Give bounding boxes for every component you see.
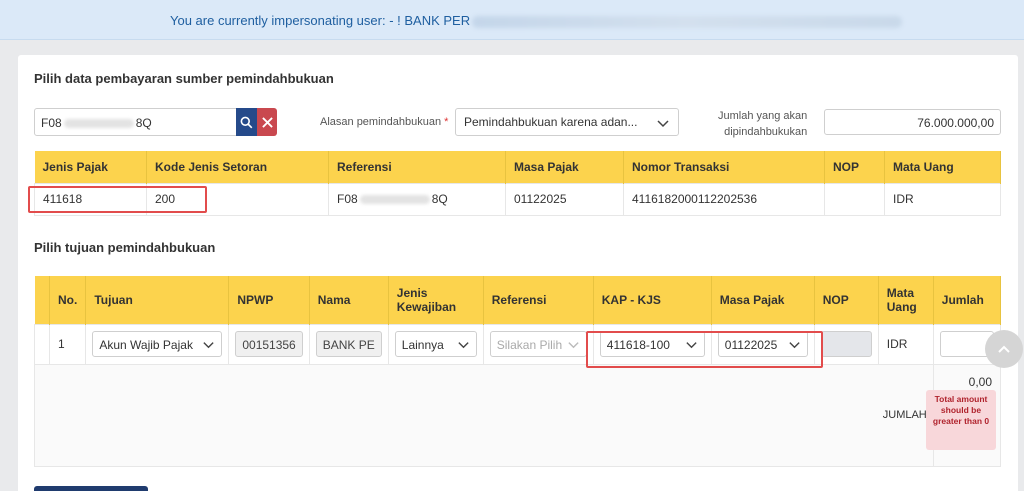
table-row[interactable]: 411618 200 F08 8Q 01122025 41161820001122… xyxy=(34,182,1001,216)
col-nama: Nama xyxy=(309,276,389,324)
jenis-kewajiban-select[interactable]: Lainnya xyxy=(394,331,477,357)
col-nop: NOP xyxy=(824,151,885,183)
source-table: Jenis Pajak Kode Jenis Setoran Referensi… xyxy=(34,151,1001,216)
col-no: No. xyxy=(49,276,87,324)
cell-kode-jenis-setoran: 200 xyxy=(146,182,329,216)
total-label: JUMLAH xyxy=(34,363,934,467)
chevron-down-icon xyxy=(458,342,469,349)
col-jenis-pajak: Jenis Pajak xyxy=(34,151,147,183)
col-referensi: Referensi xyxy=(328,151,506,183)
col-mata-uang: Mata Uang xyxy=(884,151,1001,183)
col-masa-pajak: Masa Pajak xyxy=(711,276,815,324)
cell-masa-pajak: 01122025 xyxy=(505,182,624,216)
chevron-down-icon xyxy=(789,342,800,349)
cell-nomor-transaksi: 4116182000112202536 xyxy=(623,182,825,216)
col-jenis-kewajiban: Jenis Kewajiban xyxy=(388,276,484,324)
referensi-select[interactable]: Silakan Pilih xyxy=(489,331,587,357)
cell-jenis-pajak: 411618 xyxy=(34,182,147,216)
impersonation-banner: You are currently impersonating user: - … xyxy=(0,0,1024,40)
chevron-down-icon xyxy=(657,120,669,128)
nama-field: BANK PE xyxy=(315,331,382,357)
close-icon xyxy=(261,116,273,128)
col-nop: NOP xyxy=(814,276,879,324)
nop-field xyxy=(820,331,872,357)
source-section-title: Pilih data pembayaran sumber pemindahbuk… xyxy=(34,71,334,86)
clear-button[interactable] xyxy=(257,108,277,136)
reference-search-input[interactable]: F08 8Q xyxy=(34,108,237,136)
col-referensi: Referensi xyxy=(483,276,594,324)
cell-mata-uang: IDR xyxy=(884,182,1001,216)
redacted-user xyxy=(472,15,903,28)
search-icon xyxy=(240,116,253,128)
masa-pajak-select[interactable]: 01122025 xyxy=(717,331,808,357)
cell-nop xyxy=(824,182,885,216)
amount-field: 76.000.000,00 xyxy=(824,109,1001,135)
chevron-down-icon xyxy=(686,342,697,349)
reason-select[interactable]: Pemindahbukuan karena adan... xyxy=(455,108,679,136)
col-nomor-transaksi: Nomor Transaksi xyxy=(623,151,825,183)
cell-no: 1 xyxy=(48,323,87,365)
chevron-down-icon xyxy=(568,342,579,349)
amount-label: Jumlah yang akan dipindahbukukan xyxy=(718,110,808,138)
search-button[interactable] xyxy=(236,108,257,136)
tujuan-select[interactable]: Akun Wajib Pajak xyxy=(92,331,223,357)
cell-referensi: F08 8Q xyxy=(328,182,506,216)
scroll-to-top-button[interactable] xyxy=(985,330,1023,368)
cell-mata-uang: IDR xyxy=(877,323,934,365)
error-message: Total amount should be greater than 0 xyxy=(926,390,996,450)
kap-kjs-select[interactable]: 411618-100 xyxy=(599,331,705,357)
chevron-down-icon xyxy=(203,342,214,349)
submit-button[interactable] xyxy=(34,486,148,491)
col-tujuan: Tujuan xyxy=(85,276,230,324)
col-jumlah: Jumlah xyxy=(933,276,1002,324)
chevron-up-icon xyxy=(998,345,1010,353)
banner-text: You are currently impersonating user: - … xyxy=(170,13,471,28)
col-mata-uang: Mata Uang xyxy=(878,276,934,324)
npwp-field: 00151356 xyxy=(235,331,303,357)
col-masa-pajak: Masa Pajak xyxy=(505,151,624,183)
col-kap-kjs: KAP - KJS xyxy=(593,276,712,324)
table-row: 1 Akun Wajib Pajak 00151356 BANK PE Lain… xyxy=(34,323,1002,365)
destination-table: No. Tujuan NPWP Nama Jenis Kewajiban Refe… xyxy=(34,276,1002,467)
reason-label: Alasan pemindahbukuan * xyxy=(320,116,449,128)
destination-section-title: Pilih tujuan pemindahbukuan xyxy=(34,240,216,255)
total-row: JUMLAH 0,00 xyxy=(34,363,1002,467)
col-npwp: NPWP xyxy=(228,276,310,324)
col-kode-jenis-setoran: Kode Jenis Setoran xyxy=(146,151,329,183)
